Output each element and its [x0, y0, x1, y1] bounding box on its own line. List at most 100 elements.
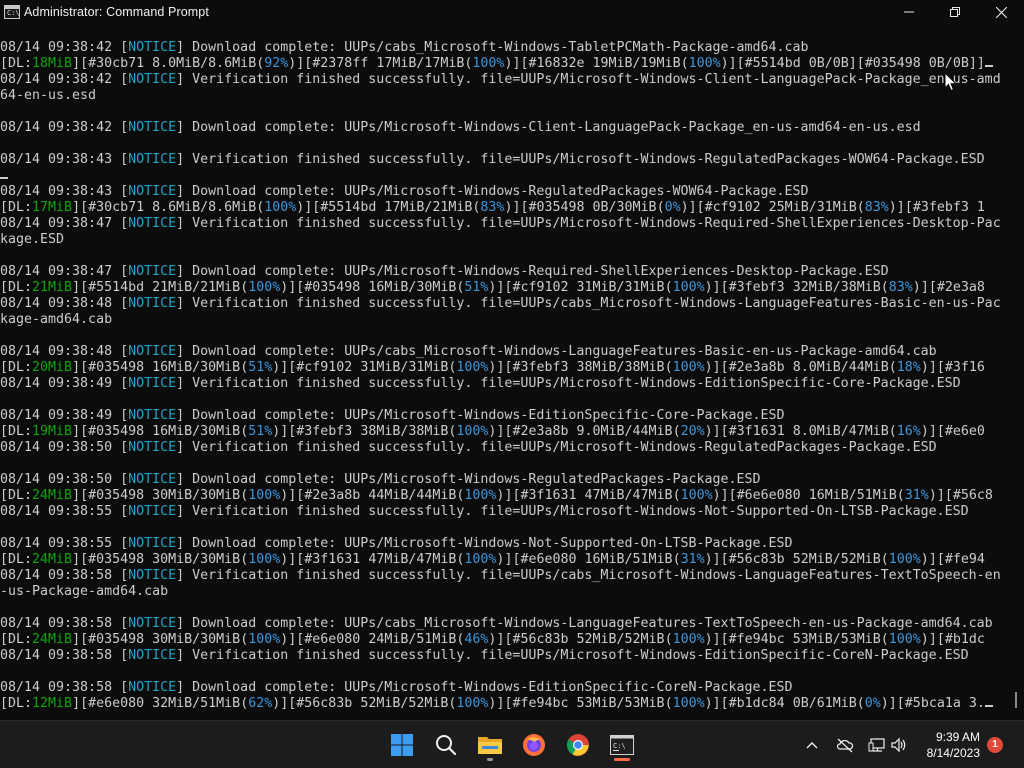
- log-message: ] Verification finished successfully. fi…: [176, 504, 969, 519]
- scrollbar-thumb[interactable]: [1015, 692, 1017, 708]
- download-item: [#2e3a8b 9.0MiB/44MiB: [504, 424, 673, 439]
- paren: (: [664, 696, 673, 711]
- bracket: ]: [936, 488, 945, 503]
- log-message: ] Verification finished successfully. fi…: [176, 376, 961, 391]
- console-line: kage.ESD: [0, 232, 1008, 248]
- download-tail: [#e6e0: [936, 424, 985, 439]
- title-bar[interactable]: C:\ Administrator: Command Prompt: [0, 0, 1024, 24]
- svg-text:C:\: C:\: [613, 742, 626, 750]
- show-hidden-icons-button[interactable]: [797, 729, 827, 761]
- search-button[interactable]: [430, 729, 462, 761]
- download-percent: 100%: [688, 56, 721, 71]
- paren: (: [240, 280, 249, 295]
- log-continuation: -us-Package-amd64.cab: [0, 584, 169, 599]
- log-timestamp: 08/14 09:38:58 [: [0, 616, 129, 631]
- bracket: ]: [848, 56, 857, 71]
- bracket: ]: [712, 552, 721, 567]
- download-speed: 19MiB: [32, 424, 73, 439]
- console-line: [DL:17MiB][#30cb71 8.6MiB/8.6MiB(100%)][…: [0, 200, 1008, 216]
- download-percent: 100%: [248, 632, 281, 647]
- taskbar-clock[interactable]: 9:39 AM 8/14/2023: [927, 729, 980, 761]
- firefox-button[interactable]: [518, 729, 550, 761]
- paren: (: [680, 56, 689, 71]
- console-line: 08/14 09:38:58 [NOTICE] Verification fin…: [0, 568, 1008, 584]
- download-item: [#5514bd 17MiB/21MiB: [312, 200, 473, 215]
- bracket: ]: [72, 552, 81, 567]
- download-item: [#cf9102 31MiB/31MiB: [288, 360, 449, 375]
- console-line: [DL:19MiB][#035498 16MiB/30MiB(51%)][#3f…: [0, 424, 1008, 440]
- minimize-button[interactable]: [886, 0, 932, 24]
- close-icon: [995, 6, 1007, 18]
- paren: (: [656, 200, 665, 215]
- vertical-scrollbar[interactable]: [1010, 40, 1020, 720]
- download-percent: 100%: [248, 488, 281, 503]
- close-button[interactable]: [978, 0, 1024, 24]
- download-tail: [#5bca1a 3.: [896, 696, 985, 711]
- console-line: 08/14 09:38:42 [NOTICE] Verification fin…: [0, 72, 1008, 88]
- bracket: ]: [712, 696, 721, 711]
- paren: (: [240, 488, 249, 503]
- console-output[interactable]: 08/14 09:38:42 [NOTICE ] Download complet…: [0, 40, 1008, 720]
- speaker-icon: [891, 737, 906, 753]
- download-tail: ]: [976, 56, 985, 71]
- download-item: [#2e3a8b 44MiB/44MiB: [296, 488, 457, 503]
- download-item: [#56c83b 52MiB/52MiB: [720, 552, 881, 567]
- paren: (: [880, 280, 889, 295]
- maximize-button[interactable]: [932, 0, 978, 24]
- download-percent: 100%: [672, 696, 705, 711]
- dl-prefix: [DL:: [0, 488, 33, 503]
- download-speed: 21MiB: [32, 280, 73, 295]
- download-percent: 83%: [864, 200, 889, 215]
- chrome-button[interactable]: [562, 729, 594, 761]
- log-timestamp: 08/14 09:38:42 [: [0, 120, 129, 135]
- dl-prefix: [DL:: [0, 552, 33, 567]
- download-percent: 83%: [480, 200, 505, 215]
- notification-badge[interactable]: 1: [987, 737, 1003, 753]
- chevron-up-icon: [806, 742, 818, 749]
- download-item: [#e6e080 32MiB/51MiB: [80, 696, 241, 711]
- bracket: ]: [72, 424, 81, 439]
- notice-tag: NOTICE: [128, 120, 177, 135]
- paren: (: [888, 424, 897, 439]
- bracket: ]: [888, 696, 897, 711]
- console-line: kage-amd64.cab: [0, 312, 1008, 328]
- bracket: ]: [688, 200, 697, 215]
- download-percent: 100%: [672, 280, 705, 295]
- download-percent: 100%: [248, 552, 281, 567]
- paren: (: [856, 200, 865, 215]
- paren: (: [664, 280, 673, 295]
- download-percent: 100%: [672, 632, 705, 647]
- download-item: [#fe94bc 53MiB/53MiB: [504, 696, 665, 711]
- command-prompt-button[interactable]: C:\: [606, 729, 638, 761]
- log-message: ] Verification finished successfully. fi…: [176, 152, 985, 167]
- paren: ): [704, 552, 713, 567]
- start-button[interactable]: [386, 729, 418, 761]
- search-icon: [436, 735, 457, 756]
- text-cursor: [984, 705, 993, 707]
- paren: ): [704, 280, 713, 295]
- log-message: ] Download complete: UUPs/Microsoft-Wind…: [176, 680, 793, 695]
- console-line: [DL:21MiB][#5514bd 21MiB/21MiB(100%)][#0…: [0, 280, 1008, 296]
- paren: (: [240, 360, 249, 375]
- taskbar: C:\ 9:39 AM 8/14/2023 1: [0, 720, 1024, 768]
- command-prompt-icon[interactable]: C:\: [4, 5, 20, 19]
- tray-network-status[interactable]: [830, 729, 860, 761]
- paren: ): [704, 424, 713, 439]
- download-speed: 24MiB: [32, 552, 73, 567]
- paren: ): [928, 488, 937, 503]
- download-item: [#035498 16MiB/30MiB: [80, 360, 241, 375]
- download-item: [#b1dc84 0B/61MiB: [720, 696, 857, 711]
- download-percent: 20%: [680, 424, 705, 439]
- log-message: ] Verification finished successfully. fi…: [176, 296, 1001, 311]
- bracket: ]: [72, 280, 81, 295]
- download-percent: 16%: [896, 424, 921, 439]
- download-item: [#035498 16MiB/30MiB: [296, 280, 457, 295]
- file-explorer-button[interactable]: [474, 729, 506, 761]
- console-line: [DL:20MiB][#035498 16MiB/30MiB(51%)][#cf…: [0, 360, 1008, 376]
- paren: (: [664, 632, 673, 647]
- dl-prefix: [DL:: [0, 696, 33, 711]
- console-line: 08/14 09:38:55 [NOTICE] Verification fin…: [0, 504, 1008, 520]
- log-timestamp: 08/14 09:38:48 [: [0, 344, 129, 359]
- tray-volume-button[interactable]: [884, 729, 914, 761]
